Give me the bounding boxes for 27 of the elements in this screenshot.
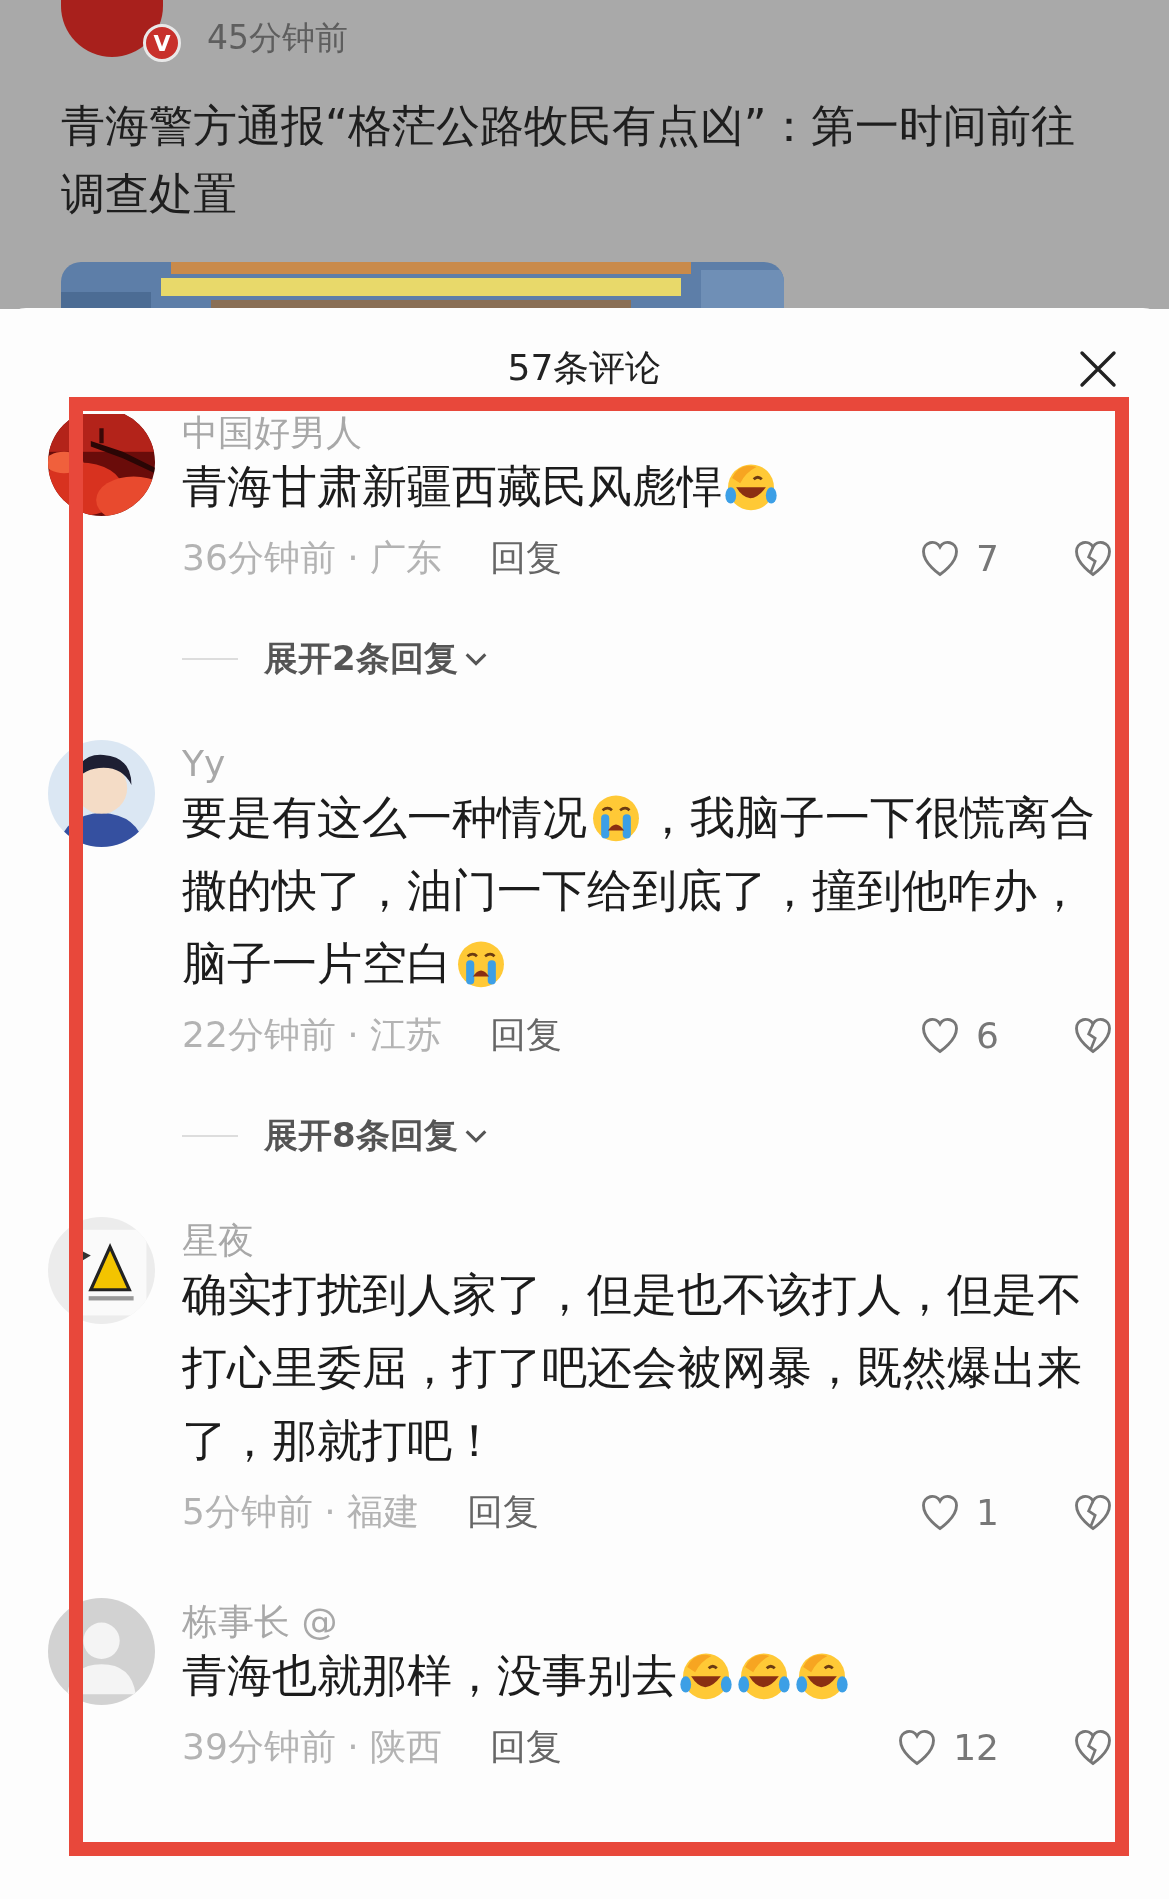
comment-text: 青海也就那样，没事别去 — [182, 1649, 677, 1702]
like-count: 7 — [976, 537, 999, 579]
reply-button[interactable]: 回复 — [490, 1722, 563, 1772]
article-title[interactable]: 青海警方通报“格茫公路牧民有点凶”：第一时间前往调查处置 — [61, 92, 1101, 228]
comment-time: 39分钟前 · 陕西 — [182, 1724, 443, 1769]
reply-button[interactable]: 回复 — [490, 533, 563, 583]
verified-badge: V — [143, 24, 181, 62]
post-time: 45分钟前 — [207, 16, 348, 59]
comment-text: 脑子一片空白 — [182, 937, 452, 990]
close-button[interactable] — [1079, 350, 1117, 388]
expand-replies-button[interactable]: 展开8条回复 — [264, 1113, 490, 1159]
comments-title: 57条评论 — [507, 350, 662, 386]
expand-replies-button[interactable]: 展开2条回复 — [264, 636, 490, 682]
comment-text: 确实打扰到人家了，但是也不该打人，但是不打心里委屈，打了吧还会被网暴，既然爆出来了，那就打吧！ — [182, 1268, 1082, 1467]
comment-time: 5分钟前 · 福建 — [182, 1489, 420, 1534]
reply-button[interactable]: 回复 — [467, 1487, 540, 1537]
comment-time: 36分钟前 · 广东 — [182, 535, 443, 580]
comment-text: 要是有这么一种情况 — [182, 791, 587, 844]
like-count: 6 — [976, 1014, 999, 1056]
comment-text: 青海甘肃新疆西藏民风彪悍 — [182, 460, 722, 513]
like-count: 1 — [976, 1491, 999, 1533]
comment-text: ，我脑子一下很慌离合 — [645, 791, 1095, 844]
like-count: 12 — [953, 1726, 999, 1768]
close-icon — [1079, 350, 1117, 388]
comment-text: 撒的快了，油门一下给到底了，撞到他咋办， — [182, 864, 1082, 917]
comment-time: 22分钟前 · 江苏 — [182, 1012, 443, 1057]
reply-button[interactable]: 回复 — [490, 1010, 563, 1060]
